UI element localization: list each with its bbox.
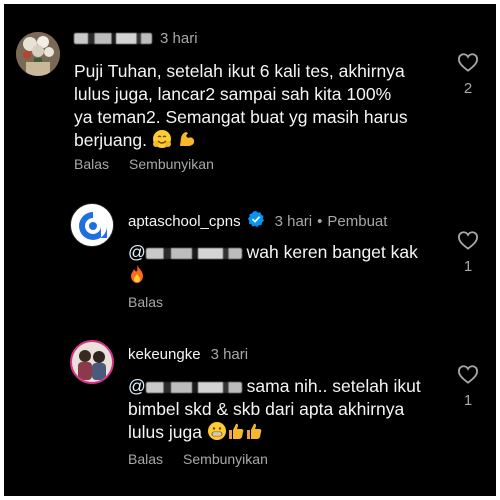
comment-line: bimbel skd & skb dari apta akhirnya — [128, 399, 405, 419]
comment-meta: kekeungke 3 hari — [128, 346, 248, 363]
heart-outline-icon[interactable] — [457, 230, 479, 250]
flower-bouquet-photo — [16, 32, 60, 76]
comment-meta: aptaschool_cpns 3 hari • Pembuat — [128, 210, 387, 232]
comment-line: @ wah keren banget kak — [128, 241, 418, 264]
like-control: 1 — [455, 230, 481, 275]
timestamp: 3 hari — [160, 30, 198, 47]
avatar[interactable] — [16, 32, 60, 76]
avatar[interactable] — [70, 340, 114, 384]
comment-actions: Balas Sembunyikan — [128, 451, 268, 467]
fire-emoji — [128, 264, 146, 290]
profile-photo — [72, 342, 112, 382]
like-count: 2 — [463, 80, 473, 97]
like-control: 2 — [455, 52, 481, 97]
comment-text: @ wah keren banget kak — [128, 241, 418, 290]
comment-line: lulus juga, lancar2 sampai sah kita 100% — [74, 84, 392, 104]
blurred-mention — [145, 381, 242, 393]
creator-tag: Pembuat — [327, 212, 388, 230]
username[interactable]: aptaschool_cpns — [128, 213, 241, 230]
flexed-biceps-emoji — [177, 129, 197, 155]
comment-actions: Balas Sembunyikan — [74, 156, 214, 172]
aptaschool-logo — [71, 204, 113, 246]
comment-line-text: wah keren banget kak — [246, 242, 418, 262]
comment-line-text: sama nih.. setelah ikut — [246, 376, 421, 396]
comment-line-last: berjuang. — [74, 129, 408, 155]
avatar[interactable] — [70, 203, 114, 247]
thumbs-up-emoji — [245, 421, 263, 447]
comment-line-text: lulus juga — [128, 422, 202, 442]
comment-text: Puji Tuhan, setelah ikut 6 kali tes, akh… — [74, 60, 408, 155]
comment-meta: 3 hari — [74, 30, 198, 47]
blurred-mention — [145, 247, 242, 259]
grimacing-face-emoji — [207, 421, 227, 447]
comment-line: Puji Tuhan, setelah ikut 6 kali tes, akh… — [74, 61, 405, 81]
blurred-username — [74, 33, 152, 44]
reply-button[interactable]: Balas — [74, 156, 109, 172]
timestamp: 3 hari — [210, 346, 249, 363]
mention[interactable]: @ — [128, 376, 242, 396]
comment-actions: Balas — [128, 294, 163, 310]
hugging-face-emoji — [152, 129, 172, 155]
hide-button[interactable]: Sembunyikan — [183, 451, 268, 467]
mention[interactable]: @ — [128, 242, 242, 262]
comment-line: berjuang. — [74, 130, 147, 150]
heart-outline-icon[interactable] — [457, 364, 479, 384]
reply-button[interactable]: Balas — [128, 294, 163, 310]
thumbs-up-emoji — [227, 421, 245, 447]
username[interactable]: kekeungke — [128, 346, 201, 363]
mention-at: @ — [128, 242, 146, 262]
like-control: 1 — [455, 364, 481, 409]
heart-outline-icon[interactable] — [457, 52, 479, 72]
comment-line: @ sama nih.. setelah ikut — [128, 375, 421, 398]
like-count: 1 — [463, 392, 473, 409]
separator: • — [317, 212, 323, 230]
comment-line: lulus juga — [128, 421, 421, 447]
comment-line — [128, 264, 418, 290]
comment-line: ya teman2. Semangat buat yg masih harus — [74, 107, 408, 127]
hide-button[interactable]: Sembunyikan — [129, 156, 214, 172]
comments-screen: 3 hari Puji Tuhan, setelah ikut 6 kali t… — [4, 4, 496, 496]
mention-at: @ — [128, 376, 146, 396]
verified-badge-icon — [247, 210, 265, 232]
reply-button[interactable]: Balas — [128, 451, 163, 467]
timestamp: 3 hari — [274, 212, 313, 230]
comment-text: @ sama nih.. setelah ikut bimbel skd & s… — [128, 375, 421, 447]
like-count: 1 — [463, 258, 473, 275]
